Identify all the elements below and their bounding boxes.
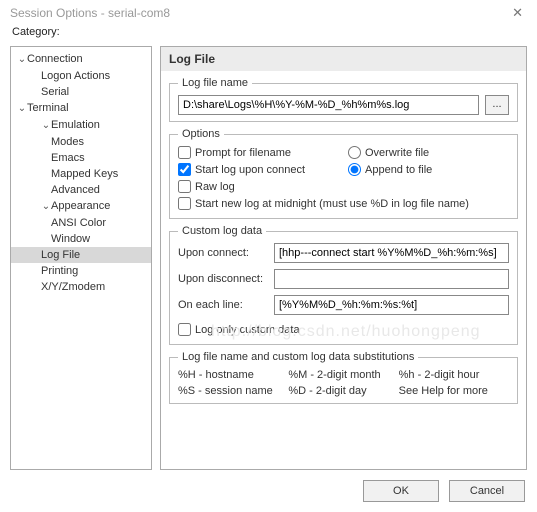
custom-log-group: Custom log data Upon connect: Upon disco… xyxy=(169,225,518,345)
settings-panel: http://blog.csdn.net/huohongpeng Log Fil… xyxy=(160,46,527,470)
tree-emacs[interactable]: Emacs xyxy=(11,150,151,166)
category-label: Category: xyxy=(10,26,527,42)
sub-d-upper: %D - 2-digit day xyxy=(288,385,398,397)
upon-connect-input[interactable] xyxy=(274,243,509,263)
midnight-checkbox[interactable]: Start new log at midnight (must use %D i… xyxy=(178,197,509,210)
tree-appearance[interactable]: ⌄Appearance xyxy=(11,198,151,215)
tree-logon-actions[interactable]: Logon Actions xyxy=(11,68,151,84)
log-file-path-input[interactable] xyxy=(178,95,479,115)
tree-emulation[interactable]: ⌄Emulation xyxy=(11,117,151,134)
log-file-name-legend: Log file name xyxy=(178,77,252,89)
panel-title: Log File xyxy=(161,47,526,71)
tree-window[interactable]: Window xyxy=(11,231,151,247)
sub-h-lower: %h - 2-digit hour xyxy=(399,369,509,381)
window-title: Session Options - serial-com8 xyxy=(10,6,170,20)
substitutions-group: Log file name and custom log data substi… xyxy=(169,351,518,404)
category-tree: ⌄Connection Logon Actions Serial ⌄Termin… xyxy=(10,46,152,470)
upon-connect-label: Upon connect: xyxy=(178,247,274,259)
options-group: Options Prompt for filename Overwrite fi… xyxy=(169,128,518,219)
append-radio[interactable]: Append to file xyxy=(348,163,509,176)
each-line-label: On each line: xyxy=(178,299,274,311)
raw-log-checkbox[interactable]: Raw log xyxy=(178,180,509,193)
tree-modes[interactable]: Modes xyxy=(11,134,151,150)
sub-help: See Help for more xyxy=(399,385,509,397)
prompt-filename-checkbox[interactable]: Prompt for filename xyxy=(178,146,348,159)
overwrite-radio[interactable]: Overwrite file xyxy=(348,146,509,159)
options-legend: Options xyxy=(178,128,224,140)
each-line-input[interactable] xyxy=(274,295,509,315)
log-file-name-group: Log file name ... xyxy=(169,77,518,122)
tree-advanced[interactable]: Advanced xyxy=(11,182,151,198)
sub-h-upper: %H - hostname xyxy=(178,369,288,381)
tree-printing[interactable]: Printing xyxy=(11,263,151,279)
tree-ansi-color[interactable]: ANSI Color xyxy=(11,215,151,231)
upon-disconnect-input[interactable] xyxy=(274,269,509,289)
tree-serial[interactable]: Serial xyxy=(11,84,151,100)
custom-log-legend: Custom log data xyxy=(178,225,266,237)
substitutions-legend: Log file name and custom log data substi… xyxy=(178,351,418,363)
tree-terminal[interactable]: ⌄Terminal xyxy=(11,100,151,117)
upon-disconnect-label: Upon disconnect: xyxy=(178,273,274,285)
ok-button[interactable]: OK xyxy=(363,480,439,502)
chevron-down-icon: ⌄ xyxy=(41,199,51,215)
chevron-down-icon: ⌄ xyxy=(41,118,51,134)
tree-xyzmodem[interactable]: X/Y/Zmodem xyxy=(11,279,151,295)
log-only-custom-checkbox[interactable]: Log only custom data xyxy=(178,323,509,336)
tree-connection[interactable]: ⌄Connection xyxy=(11,51,151,68)
sub-s-upper: %S - session name xyxy=(178,385,288,397)
tree-mapped-keys[interactable]: Mapped Keys xyxy=(11,166,151,182)
start-on-connect-checkbox[interactable]: Start log upon connect xyxy=(178,163,348,176)
browse-button[interactable]: ... xyxy=(485,95,509,115)
tree-log-file[interactable]: Log File xyxy=(11,247,151,263)
sub-m-upper: %M - 2-digit month xyxy=(288,369,398,381)
cancel-button[interactable]: Cancel xyxy=(449,480,525,502)
chevron-down-icon: ⌄ xyxy=(17,52,27,68)
chevron-down-icon: ⌄ xyxy=(17,101,27,117)
close-icon[interactable]: ✕ xyxy=(506,3,529,23)
